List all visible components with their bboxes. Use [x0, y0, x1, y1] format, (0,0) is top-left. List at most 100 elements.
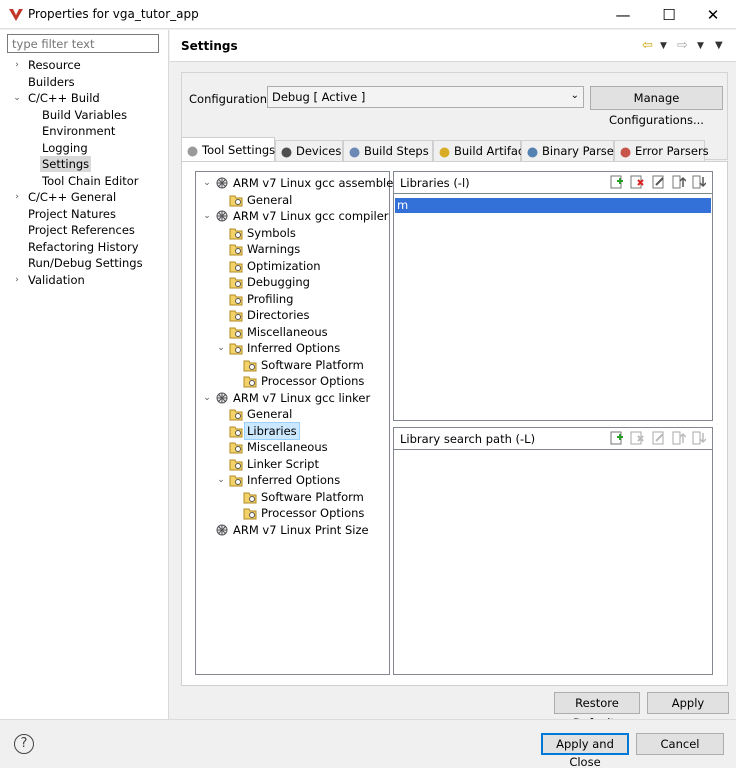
expanded-chevron-icon[interactable]: ⌄ — [202, 175, 212, 191]
tool-tree-item[interactable]: Miscellaneous — [196, 439, 389, 455]
tab-build-artifact[interactable]: Build Artifact — [433, 140, 529, 162]
expanded-chevron-icon[interactable]: ⌄ — [216, 472, 226, 488]
configuration-label: Configuration: — [189, 92, 271, 106]
dialog-button-bar: ? Apply and Close Cancel — [0, 719, 736, 768]
tool-tree-item[interactable]: Software Platform — [196, 489, 389, 505]
forward-menu-chevron-icon[interactable]: ▼ — [697, 41, 704, 51]
option-folder-icon — [243, 358, 257, 372]
option-folder-icon — [229, 457, 243, 471]
option-folder-icon — [229, 440, 243, 454]
move-up-icon[interactable] — [672, 431, 687, 445]
apply-button[interactable]: Apply — [647, 692, 729, 714]
configuration-value: Debug [ Active ] — [272, 90, 366, 104]
tool-tree-item[interactable]: Debugging — [196, 274, 389, 290]
back-menu-chevron-icon[interactable]: ▼ — [660, 41, 667, 51]
option-folder-icon — [229, 242, 243, 256]
collapsed-chevron-icon[interactable]: › — [12, 272, 22, 288]
collapsed-chevron-icon[interactable]: › — [12, 189, 22, 205]
tool-gear-icon — [215, 209, 229, 223]
cancel-button[interactable]: Cancel — [636, 733, 724, 755]
tool-tree-label: Software Platform — [261, 357, 364, 372]
tool-tree-item[interactable]: General — [196, 406, 389, 422]
help-icon[interactable]: ? — [14, 734, 34, 754]
tool-tree-item[interactable]: ⌄ ARM v7 Linux gcc linker — [196, 390, 389, 406]
filter-input[interactable] — [7, 34, 159, 53]
settings-tabs: Tool Settings Devices Build Steps Build Art… — [181, 137, 728, 162]
tool-tree-label: Processor Options — [261, 506, 365, 520]
option-folder-icon — [229, 292, 243, 306]
tool-tree-item[interactable]: ⌄ Inferred Options — [196, 340, 389, 356]
tool-tree-item[interactable]: ⌄ ARM v7 Linux gcc assembler — [196, 175, 398, 191]
expanded-chevron-icon[interactable]: ⌄ — [12, 90, 22, 106]
page-title: Settings — [181, 39, 238, 53]
tool-tree-item[interactable]: Symbols — [196, 225, 389, 241]
option-folder-icon — [229, 325, 243, 339]
build-steps-icon — [348, 145, 361, 158]
libraries-list-group: Libraries (-l) m — [393, 171, 713, 421]
option-folder-icon — [229, 226, 243, 240]
window-title: Properties for vga_tutor_app — [28, 7, 199, 21]
tool-tree-item[interactable]: ⌄ ARM v7 Linux gcc compiler — [196, 208, 389, 224]
tool-tree-label: Libraries — [244, 421, 300, 440]
nav-item-label: Project Natures — [28, 206, 116, 221]
tool-tree-item[interactable]: ARM v7 Linux Print Size — [196, 522, 389, 538]
tool-tree-item[interactable]: Software Platform — [196, 357, 389, 373]
apply-and-close-button[interactable]: Apply and Close — [541, 733, 629, 768]
move-up-icon[interactable] — [672, 175, 687, 189]
tool-tree-item[interactable]: Processor Options — [196, 373, 389, 389]
library-item[interactable]: m — [395, 198, 711, 213]
library-search-path-title: Library search path (-L) — [400, 432, 536, 446]
error-parsers-icon — [619, 145, 632, 158]
tool-gear-icon — [215, 391, 229, 405]
tool-tree-item[interactable]: ⌄ Inferred Options — [196, 472, 389, 488]
move-down-icon[interactable] — [692, 431, 707, 445]
tool-tree-item[interactable]: General — [196, 192, 389, 208]
minimize-button[interactable]: — — [600, 0, 646, 29]
expanded-chevron-icon[interactable]: ⌄ — [202, 208, 212, 224]
tab-binary-parsers[interactable]: Binary Parsers — [521, 140, 625, 162]
configuration-select[interactable]: Debug [ Active ] ⌄ — [267, 86, 584, 108]
nav-item-label: Validation — [28, 272, 85, 287]
tab-error-parsers[interactable]: Error Parsers — [614, 140, 709, 162]
edit-icon[interactable] — [652, 431, 666, 445]
view-menu-icon[interactable]: ▼ — [715, 40, 723, 51]
move-down-icon[interactable] — [692, 175, 707, 189]
delete-icon[interactable] — [630, 431, 644, 445]
add-icon[interactable] — [610, 431, 624, 445]
nav-item-label: Builders — [28, 74, 75, 89]
tool-tree-label: ARM v7 Linux gcc linker — [233, 390, 371, 405]
tool-tree-item[interactable]: Optimization — [196, 258, 389, 274]
maximize-button[interactable]: ☐ — [646, 0, 692, 29]
expanded-chevron-icon[interactable]: ⌄ — [202, 390, 212, 406]
tool-tree-item[interactable]: Profiling — [196, 291, 389, 307]
tool-tree-label: ARM v7 Linux gcc compiler — [233, 209, 389, 223]
main-panel: Settings ⇦ ▼ ⇨ ▼ ▼ Configuration: Debug … — [170, 30, 736, 730]
tab-tool-settings[interactable]: Tool Settings — [181, 137, 275, 162]
add-icon[interactable] — [610, 175, 624, 189]
tool-tree-item[interactable]: Warnings — [196, 241, 389, 257]
tool-tree-item[interactable]: Directories — [196, 307, 389, 323]
tab-build-steps[interactable]: Build Steps — [343, 140, 433, 162]
tab-label: Build Artifact — [454, 144, 529, 158]
tool-tree-label: ARM v7 Linux Print Size — [233, 522, 369, 537]
option-folder-icon — [229, 259, 243, 273]
delete-icon[interactable] — [630, 175, 644, 189]
library-search-path-header: Library search path (-L) — [394, 428, 712, 450]
app-logo-icon — [9, 9, 23, 21]
tool-tree-item[interactable]: Processor Options — [196, 505, 389, 521]
tool-tree-item[interactable]: Miscellaneous — [196, 324, 389, 340]
tab-devices[interactable]: Devices — [275, 140, 343, 162]
binary-parsers-icon — [526, 145, 539, 158]
page-header: Settings ⇦ ▼ ⇨ ▼ ▼ — [170, 30, 736, 62]
nav-item-label: Refactoring History — [28, 239, 139, 254]
close-button[interactable]: ✕ — [690, 0, 736, 29]
manage-configurations-button[interactable]: Manage Configurations... — [590, 86, 723, 127]
tool-tree-item[interactable]: Linker Script — [196, 456, 389, 472]
collapsed-chevron-icon[interactable]: › — [12, 57, 22, 73]
back-arrow-icon[interactable]: ⇦ — [642, 38, 653, 53]
tool-tree-item[interactable]: Libraries — [196, 421, 389, 440]
edit-icon[interactable] — [652, 175, 666, 189]
expanded-chevron-icon[interactable]: ⌄ — [216, 340, 226, 356]
forward-arrow-icon[interactable]: ⇨ — [677, 38, 688, 53]
restore-defaults-button[interactable]: Restore Defaults — [554, 692, 640, 730]
